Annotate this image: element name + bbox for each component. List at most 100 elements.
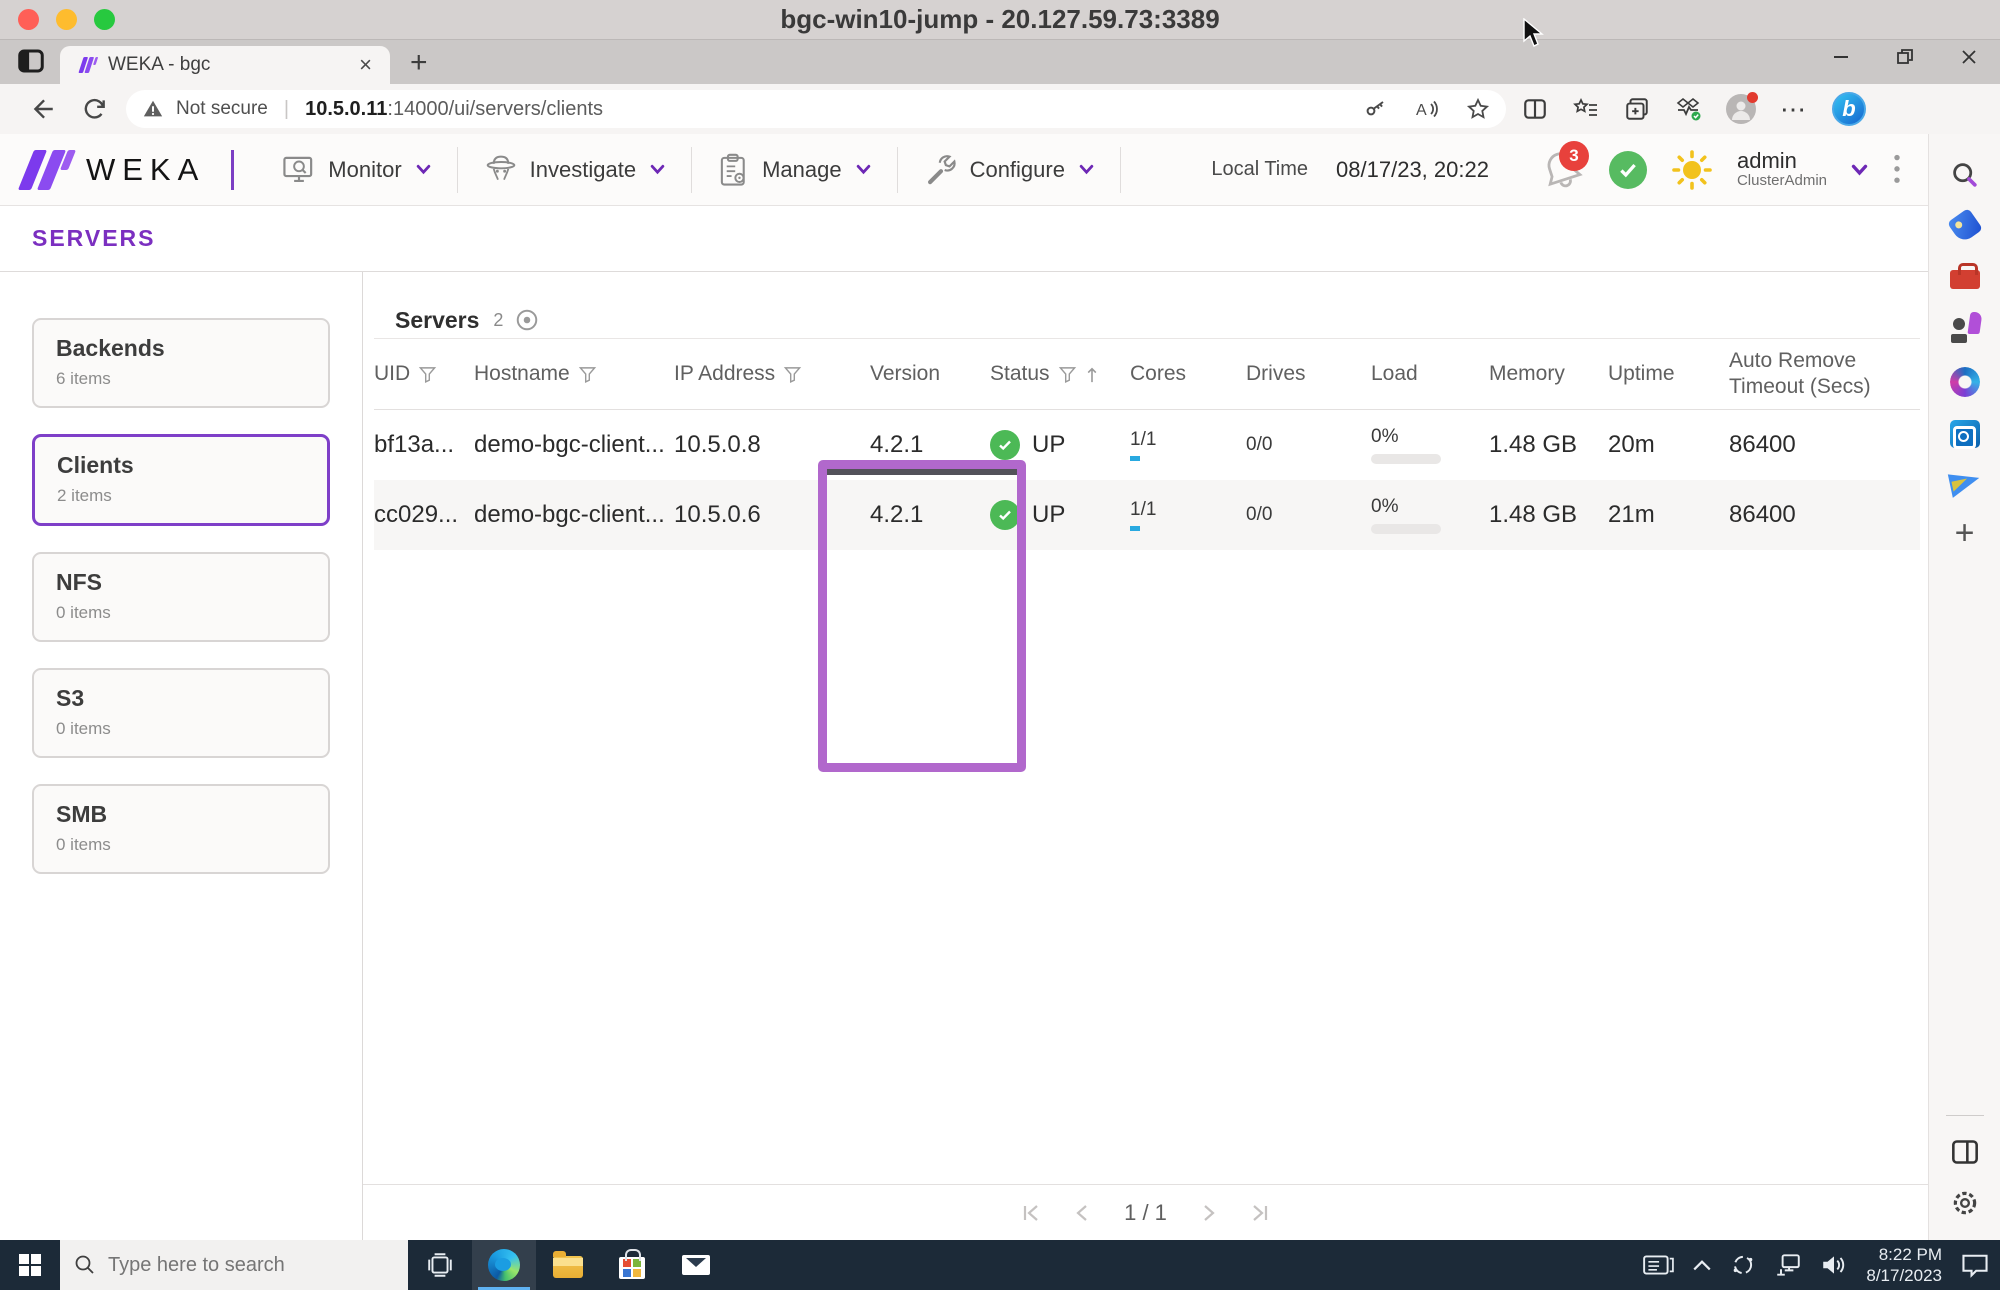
sidebar-shopping-icon[interactable] <box>1946 207 1983 245</box>
col-drives[interactable]: Drives <box>1246 362 1371 386</box>
next-page-icon[interactable] <box>1197 1202 1219 1224</box>
window-minimize-button[interactable] <box>1830 46 1852 68</box>
col-load[interactable]: Load <box>1371 362 1489 386</box>
browser-essentials-icon[interactable] <box>1674 96 1702 122</box>
sort-ascending-icon[interactable] <box>1085 365 1099 384</box>
mac-titlebar: bgc-win10-jump - 20.127.59.73:3389 <box>0 0 2000 40</box>
sidebar-tools-icon[interactable] <box>1949 263 1980 289</box>
split-screen-icon[interactable] <box>1522 96 1548 122</box>
favorites-bar-icon[interactable] <box>1572 96 1600 122</box>
monitor-icon <box>283 156 313 182</box>
card-clients[interactable]: Clients 2 items <box>32 434 330 526</box>
filter-icon[interactable] <box>783 365 802 384</box>
refresh-icon[interactable] <box>74 96 116 122</box>
cell-drives: 0/0 <box>1246 504 1273 525</box>
new-tab-button[interactable]: + <box>410 46 428 80</box>
weka-logo: WEKA <box>17 149 206 190</box>
url-text[interactable]: 10.5.0.11:14000/ui/servers/clients <box>305 98 1352 121</box>
action-center-icon[interactable] <box>1960 1251 1990 1279</box>
card-s3[interactable]: S3 0 items <box>32 668 330 758</box>
taskbar-edge-icon[interactable] <box>472 1240 536 1290</box>
col-hostname[interactable]: Hostname <box>474 362 674 386</box>
nav-manage[interactable]: Manage <box>692 153 897 187</box>
taskbar-search-input[interactable] <box>108 1253 368 1277</box>
table-row[interactable]: cc029... demo-bgc-client... 10.5.0.6 4.2… <box>374 480 1920 550</box>
notifications-bell-icon[interactable]: 3 <box>1539 140 1589 193</box>
sidebar-panel-icon[interactable] <box>1951 1139 1979 1165</box>
card-smb[interactable]: SMB 0 items <box>32 784 330 874</box>
tray-app-icon[interactable] <box>1730 1252 1756 1278</box>
last-page-icon[interactable] <box>1249 1202 1271 1224</box>
svg-text:A: A <box>1416 102 1427 119</box>
theme-sun-icon[interactable] <box>1671 149 1713 191</box>
address-bar[interactable]: Not secure | 10.5.0.11:14000/ui/servers/… <box>126 90 1506 128</box>
hidden-icons-chevron[interactable] <box>1692 1258 1712 1272</box>
filter-icon[interactable] <box>578 365 597 384</box>
taskbar-mail-icon[interactable] <box>664 1240 728 1290</box>
back-icon[interactable] <box>22 96 64 122</box>
overflow-menu-icon[interactable] <box>1892 153 1902 187</box>
card-nfs[interactable]: NFS 0 items <box>32 552 330 642</box>
network-icon[interactable] <box>1774 1252 1802 1278</box>
col-auto-remove[interactable]: Auto Remove Timeout (Secs) <box>1729 348 1920 401</box>
brand-name: WEKA <box>86 151 206 187</box>
tab-close-icon[interactable]: × <box>355 52 376 78</box>
nav-monitor[interactable]: Monitor <box>256 155 456 185</box>
col-version[interactable]: Version <box>870 362 990 386</box>
investigate-icon <box>486 155 515 180</box>
first-page-icon[interactable] <box>1020 1202 1042 1224</box>
sidebar-add-icon[interactable]: + <box>1955 516 1975 550</box>
not-secure-label[interactable]: Not secure <box>176 98 268 120</box>
watch-eye-icon[interactable] <box>515 308 539 332</box>
window-restore-button[interactable] <box>1894 46 1916 68</box>
cell-version: 4.2.1 <box>870 501 924 528</box>
col-uid[interactable]: UID <box>374 362 474 386</box>
touch-keyboard-icon[interactable] <box>1642 1252 1675 1278</box>
col-uptime[interactable]: Uptime <box>1608 362 1729 386</box>
tab-actions-icon[interactable] <box>16 46 46 76</box>
filter-icon[interactable] <box>1058 365 1077 384</box>
user-menu[interactable]: admin ClusterAdmin <box>1737 148 1827 190</box>
card-backends[interactable]: Backends 6 items <box>32 318 330 408</box>
taskbar-search[interactable] <box>60 1240 408 1290</box>
sidebar-microsoft365-icon[interactable] <box>1949 367 1980 397</box>
sidebar-drop-icon[interactable] <box>1947 468 1982 498</box>
cluster-health-icon[interactable] <box>1608 150 1647 189</box>
cell-status: UP <box>990 500 1130 530</box>
bing-copilot-icon[interactable]: b <box>1832 92 1866 126</box>
collections-icon[interactable] <box>1624 96 1650 122</box>
user-menu-chevron-icon[interactable] <box>1851 164 1868 176</box>
sidebar-search-icon[interactable] <box>1950 160 1980 190</box>
col-ip-address[interactable]: IP Address <box>674 362 870 386</box>
window-close-button[interactable] <box>1958 46 1980 68</box>
sidebar-settings-gear-icon[interactable] <box>1950 1188 1980 1218</box>
profile-avatar[interactable] <box>1726 92 1758 124</box>
col-cores[interactable]: Cores <box>1130 362 1246 386</box>
sidebar-outlook-icon[interactable] <box>1949 420 1980 449</box>
nav-configure[interactable]: Configure <box>898 153 1120 187</box>
col-memory[interactable]: Memory <box>1489 362 1608 386</box>
sidebar-games-icon[interactable] <box>1949 312 1983 344</box>
cell-memory: 1.48 GB <box>1489 431 1578 458</box>
start-button[interactable] <box>0 1240 60 1290</box>
filter-icon[interactable] <box>418 365 437 384</box>
browser-menu-icon[interactable]: ⋯ <box>1780 94 1808 125</box>
taskbar-clock[interactable]: 8:22 PM 8/17/2023 <box>1866 1244 1942 1286</box>
favorite-star-icon[interactable] <box>1466 97 1490 121</box>
not-secure-warning-icon <box>143 100 163 117</box>
table-row[interactable]: bf13a... demo-bgc-client... 10.5.0.8 4.2… <box>374 410 1920 480</box>
taskbar-file-explorer-icon[interactable] <box>536 1240 600 1290</box>
cell-drives: 0/0 <box>1246 434 1273 455</box>
volume-icon[interactable] <box>1820 1252 1848 1278</box>
col-status[interactable]: Status <box>990 362 1130 386</box>
nav-investigate[interactable]: Investigate <box>458 154 691 186</box>
taskbar-store-icon[interactable] <box>600 1240 664 1290</box>
read-aloud-icon[interactable]: A <box>1414 97 1440 121</box>
page-indicator: 1 / 1 <box>1124 1199 1167 1225</box>
chevron-down-icon <box>650 164 665 175</box>
task-view-button[interactable] <box>408 1240 472 1290</box>
pagination-bar: 1 / 1 <box>363 1184 1928 1240</box>
password-key-icon[interactable] <box>1364 97 1388 121</box>
prev-page-icon[interactable] <box>1072 1202 1094 1224</box>
browser-tab[interactable]: WEKA - bgc × <box>60 46 390 84</box>
